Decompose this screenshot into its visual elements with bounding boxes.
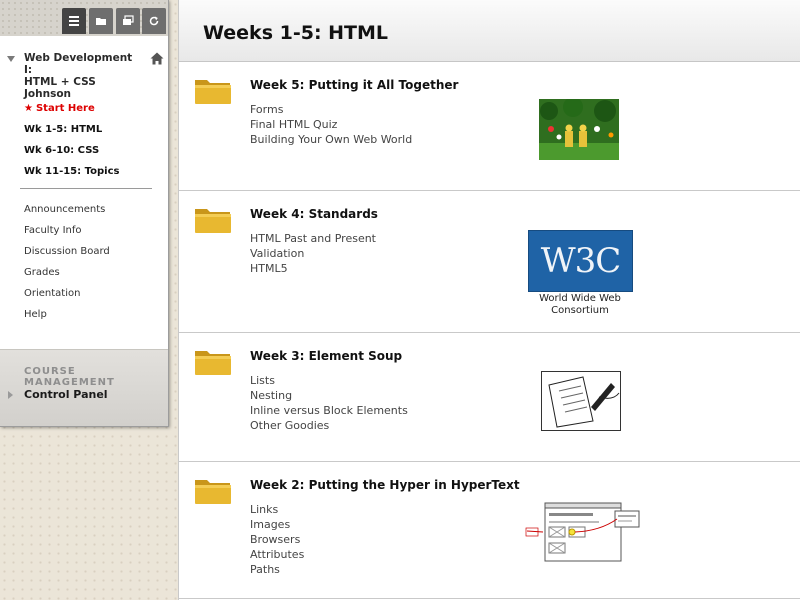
topic-item: Paths <box>250 563 280 576</box>
content-area: Weeks 1-5: HTML Week 5: Putting it All T… <box>178 0 800 600</box>
home-icon[interactable] <box>150 52 164 65</box>
w3c-logo-text: W3C <box>540 241 622 281</box>
content-item-week-5: Week 5: Putting it All Together Forms Fi… <box>179 62 800 191</box>
collapse-arrow-icon[interactable] <box>7 56 15 62</box>
list-view-button[interactable] <box>62 8 86 34</box>
page-header: Weeks 1-5: HTML <box>179 0 800 62</box>
menu-item-wk-11-15[interactable]: Wk 11-15: Topics <box>24 161 168 182</box>
menu-item-faculty-info[interactable]: Faculty Info <box>24 220 168 241</box>
menu-divider <box>20 188 152 189</box>
menu-item-discussion-board[interactable]: Discussion Board <box>24 241 168 262</box>
topic-item: Final HTML Quiz <box>250 118 338 131</box>
folder-icon <box>195 480 231 504</box>
topic-item: Validation <box>250 247 305 260</box>
control-panel-link[interactable]: Control Panel <box>8 388 108 401</box>
course-title-block[interactable]: Web Development I: HTML + CSS Johnson <box>0 36 168 100</box>
hyperlink-diagram-image <box>525 502 640 562</box>
course-title-line1: Web Development I: <box>24 52 133 76</box>
topic-item: Inline versus Block Elements <box>250 404 408 417</box>
topic-item: Images <box>250 518 291 531</box>
image-caption: World Wide Web Consortium <box>528 293 632 317</box>
folder-icon <box>195 80 231 104</box>
menu-item-label: Start Here <box>35 103 95 114</box>
topic-item: Lists <box>250 374 275 387</box>
week-topic-list: Links Images Browsers Attributes Paths <box>250 502 304 577</box>
caption-line: World Wide Web <box>539 293 621 304</box>
course-menu: Web Development I: HTML + CSS Johnson ★ S… <box>0 0 169 427</box>
course-nav-main: ★ Start Here Wk 1-5: HTML Wk 6-10: CSS Wk… <box>0 98 168 182</box>
list-icon <box>69 16 79 26</box>
menu-item-label: Wk 1-5: HTML <box>24 124 103 135</box>
menu-item-label: Wk 6-10: CSS <box>24 145 100 156</box>
folder-icon <box>195 351 231 375</box>
menu-item-start-here[interactable]: ★ Start Here <box>24 98 168 119</box>
comic-sketch-image <box>541 371 621 431</box>
caption-line: Consortium <box>551 305 609 316</box>
course-management-panel: COURSE MANAGEMENT Control Panel <box>0 349 168 426</box>
menu-item-orientation[interactable]: Orientation <box>24 283 168 304</box>
page-title: Weeks 1-5: HTML <box>203 22 389 44</box>
week-topic-list: HTML Past and Present Validation HTML5 <box>250 231 376 276</box>
course-management-heading: COURSE MANAGEMENT <box>24 366 115 388</box>
windows-icon <box>123 15 134 25</box>
course-nav-tools: Announcements Faculty Info Discussion Bo… <box>0 199 168 325</box>
menu-item-wk-6-10[interactable]: Wk 6-10: CSS <box>24 140 168 161</box>
menu-toolbar <box>0 0 168 36</box>
topic-item: Nesting <box>250 389 293 402</box>
folder-icon <box>96 18 106 25</box>
control-panel-label: Control Panel <box>24 388 108 401</box>
week-title-link[interactable]: Week 2: Putting the Hyper in HyperText <box>250 478 520 492</box>
week-topic-list: Forms Final HTML Quiz Building Your Own … <box>250 102 412 147</box>
star-icon: ★ <box>24 103 33 114</box>
w3c-logo-image: W3C <box>528 230 633 292</box>
course-instructor: Johnson <box>24 88 72 100</box>
topic-item: Forms <box>250 103 284 116</box>
content-item-week-3: Week 3: Element Soup Lists Nesting Inlin… <box>179 333 800 462</box>
week-title-link[interactable]: Week 3: Element Soup <box>250 349 402 363</box>
content-item-week-2: Week 2: Putting the Hyper in HyperText L… <box>179 462 800 599</box>
course-title-line2: HTML + CSS <box>24 76 96 88</box>
refresh-button[interactable] <box>142 8 166 34</box>
topic-item: HTML Past and Present <box>250 232 376 245</box>
topic-item: Browsers <box>250 533 301 546</box>
menu-item-wk-1-5[interactable]: Wk 1-5: HTML <box>24 119 168 140</box>
folder-icon <box>195 209 231 233</box>
topic-item: Building Your Own Web World <box>250 133 413 146</box>
expand-arrow-icon[interactable] <box>8 390 13 399</box>
windows-view-button[interactable] <box>116 8 140 34</box>
folder-view-button[interactable] <box>89 8 113 34</box>
topic-item: Links <box>250 503 279 516</box>
topic-item: Attributes <box>250 548 305 561</box>
week-title-link[interactable]: Week 5: Putting it All Together <box>250 78 458 92</box>
topic-item: Other Goodies <box>250 419 330 432</box>
week-title-link[interactable]: Week 4: Standards <box>250 207 378 221</box>
lego-scene-image <box>539 99 619 160</box>
menu-item-announcements[interactable]: Announcements <box>24 199 168 220</box>
menu-item-label: Wk 11-15: Topics <box>24 166 120 177</box>
topic-item: HTML5 <box>250 262 288 275</box>
refresh-icon <box>149 16 159 26</box>
menu-item-help[interactable]: Help <box>24 304 168 325</box>
week-topic-list: Lists Nesting Inline versus Block Elemen… <box>250 373 408 433</box>
menu-item-grades[interactable]: Grades <box>24 262 168 283</box>
content-item-week-4: Week 4: Standards HTML Past and Present … <box>179 191 800 333</box>
